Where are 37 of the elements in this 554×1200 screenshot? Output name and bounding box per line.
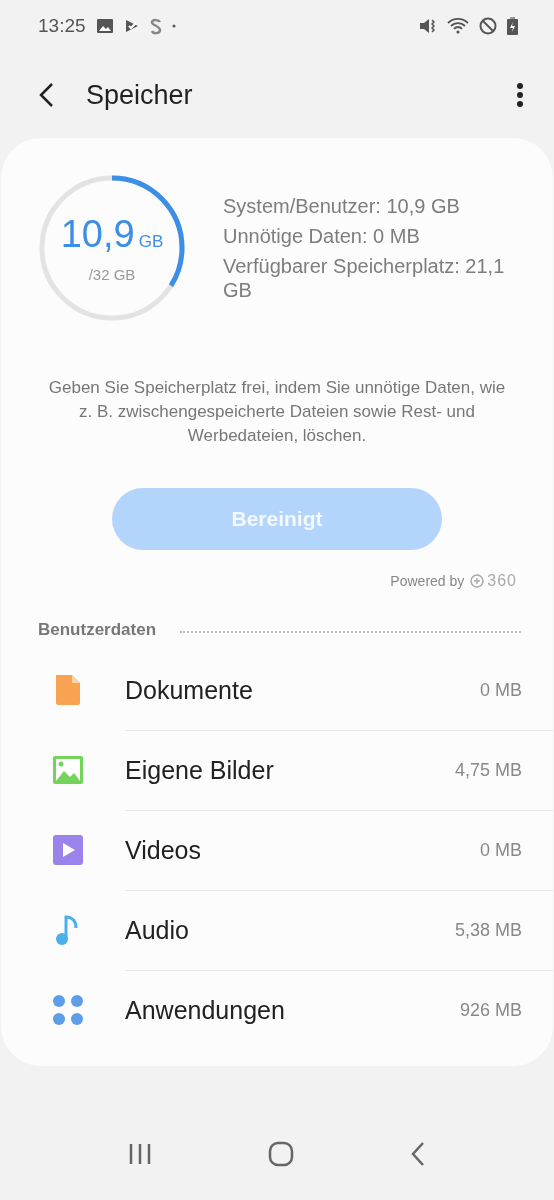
category-size: 926 MB	[459, 1000, 522, 1021]
category-name[interactable]: Videos	[125, 836, 480, 865]
used-unit: GB	[138, 232, 164, 252]
powered-by-text: Powered by	[390, 573, 465, 589]
dot-icon	[171, 24, 176, 28]
wifi-icon	[447, 17, 469, 35]
category-size: 0 MB	[480, 840, 522, 861]
storage-detail: Verfügbarer Speicherplatz: 21,1 GB	[223, 254, 506, 302]
mute-icon	[419, 17, 437, 35]
category-name[interactable]: Anwendungen	[125, 996, 460, 1025]
category-name[interactable]: Dokumente	[125, 675, 480, 705]
check-flag-icon	[123, 18, 140, 34]
s-icon	[149, 17, 162, 35]
video-icon	[51, 833, 85, 867]
block-icon	[479, 17, 497, 35]
recent-apps-button[interactable]	[128, 1143, 152, 1165]
category-size: 5,38 MB	[454, 920, 522, 941]
provider-logo: 360	[470, 572, 517, 590]
image-icon	[51, 753, 85, 787]
more-options-button[interactable]	[516, 82, 524, 108]
back-nav-button[interactable]	[410, 1141, 426, 1167]
gallery-icon	[95, 18, 114, 34]
category-size: 0 MB	[480, 679, 522, 701]
home-button[interactable]	[268, 1141, 294, 1167]
total-capacity: /32 GB	[88, 266, 136, 283]
page-title: Speicher	[86, 79, 194, 111]
apps-icon	[51, 993, 85, 1027]
status-time: 13:25	[38, 15, 86, 37]
category-name[interactable]: Eigene Bilder	[125, 756, 455, 785]
category-size: 4,75 MB	[454, 760, 522, 781]
battery-icon	[507, 17, 518, 35]
description-text: Geben Sie Speicherplatz frei, indem Sie unnötige Daten, wie z. B. zwischengespeicherte Dateien sowie Rest- und Werbedateien, löschen.	[47, 377, 507, 447]
used-amount: 10,9	[60, 213, 135, 256]
category-name[interactable]: Audio	[125, 916, 455, 945]
storage-detail: Unnötige Daten: 0 MB	[223, 224, 421, 248]
section-title: Benutzerdaten	[38, 620, 157, 640]
storage-detail: System/Benutzer: 10,9 GB	[223, 194, 461, 218]
